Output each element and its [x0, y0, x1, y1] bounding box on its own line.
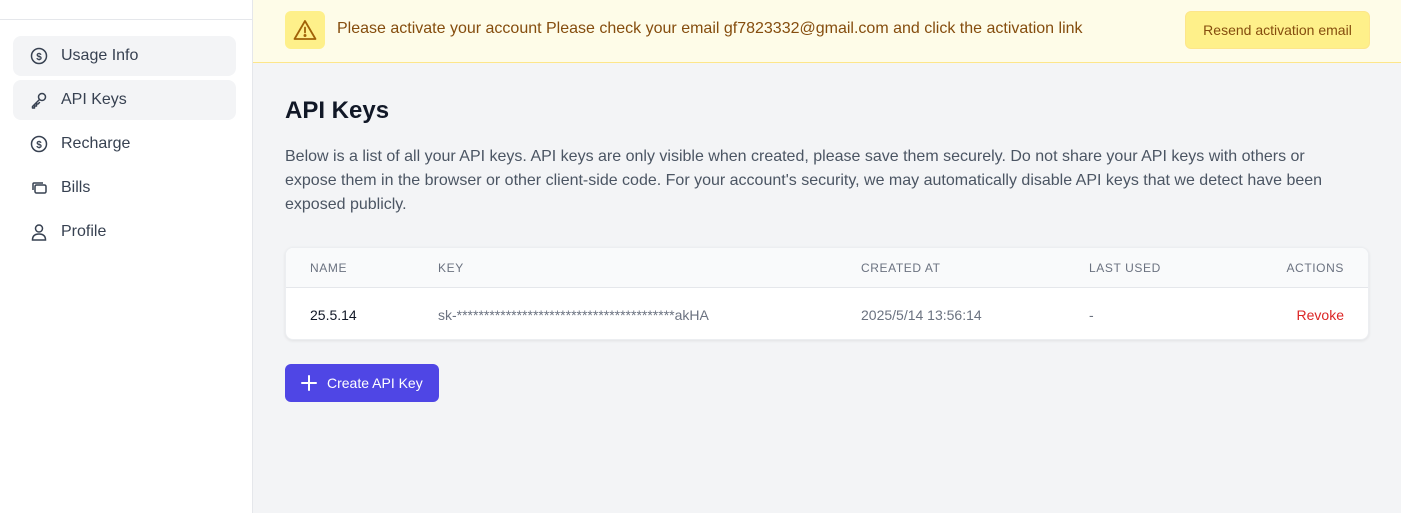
dollar-circle-icon: $ [29, 134, 49, 154]
activation-banner: Please activate your account Please chec… [253, 0, 1401, 63]
sidebar-item-label: API Keys [61, 91, 127, 108]
create-api-key-button[interactable]: Create API Key [285, 364, 439, 402]
sidebar-item-label: Usage Info [61, 47, 139, 64]
svg-text:$: $ [36, 140, 42, 151]
key-icon [29, 90, 49, 110]
dollar-circle-icon: $ [29, 46, 49, 66]
sidebar-item-bills[interactable]: Bills [13, 168, 236, 208]
sidebar-divider [0, 19, 252, 20]
sidebar: $ Usage Info API Keys $ Recharge Bills P… [0, 0, 253, 513]
revoke-button[interactable]: Revoke [1297, 307, 1344, 323]
last-used-cell: - [1089, 307, 1094, 323]
table-header: NAME KEY CREATED AT LAST USED ACTIONS [286, 248, 1368, 288]
sidebar-item-profile[interactable]: Profile [13, 212, 236, 252]
column-header-created-at: CREATED AT [861, 261, 941, 275]
column-header-actions: ACTIONS [1286, 261, 1344, 275]
page-description: Below is a list of all your API keys. AP… [285, 148, 1323, 213]
sidebar-item-label: Profile [61, 223, 107, 240]
activation-message: Please activate your account Please chec… [337, 20, 1083, 37]
sidebar-item-api-keys[interactable]: API Keys [13, 80, 236, 120]
created-at-cell: 2025/5/14 13:56:14 [861, 307, 982, 323]
sidebar-item-recharge[interactable]: $ Recharge [13, 124, 236, 164]
column-header-last-used: LAST USED [1089, 261, 1161, 275]
user-icon [29, 222, 49, 242]
sidebar-item-label: Bills [61, 179, 91, 196]
sidebar-item-usage-info[interactable]: $ Usage Info [13, 36, 236, 76]
column-header-key: KEY [438, 261, 464, 275]
sidebar-nav: $ Usage Info API Keys $ Recharge Bills P… [13, 36, 236, 256]
sidebar-item-label: Recharge [61, 135, 131, 152]
resend-activation-button[interactable]: Resend activation email [1185, 11, 1370, 49]
svg-text:$: $ [36, 52, 42, 63]
api-keys-table: NAME KEY CREATED AT LAST USED ACTIONS 25… [285, 247, 1369, 340]
cards-icon [29, 178, 49, 198]
page-title: API Keys [285, 97, 390, 124]
table-row: 25.5.14 sk-*****************************… [286, 288, 1368, 339]
key-name-cell: 25.5.14 [310, 307, 357, 323]
key-value-cell: sk-*************************************… [438, 307, 709, 323]
plus-icon [299, 373, 319, 393]
warning-icon [285, 11, 325, 49]
column-header-name: NAME [310, 261, 348, 275]
create-api-key-label: Create API Key [327, 375, 423, 391]
